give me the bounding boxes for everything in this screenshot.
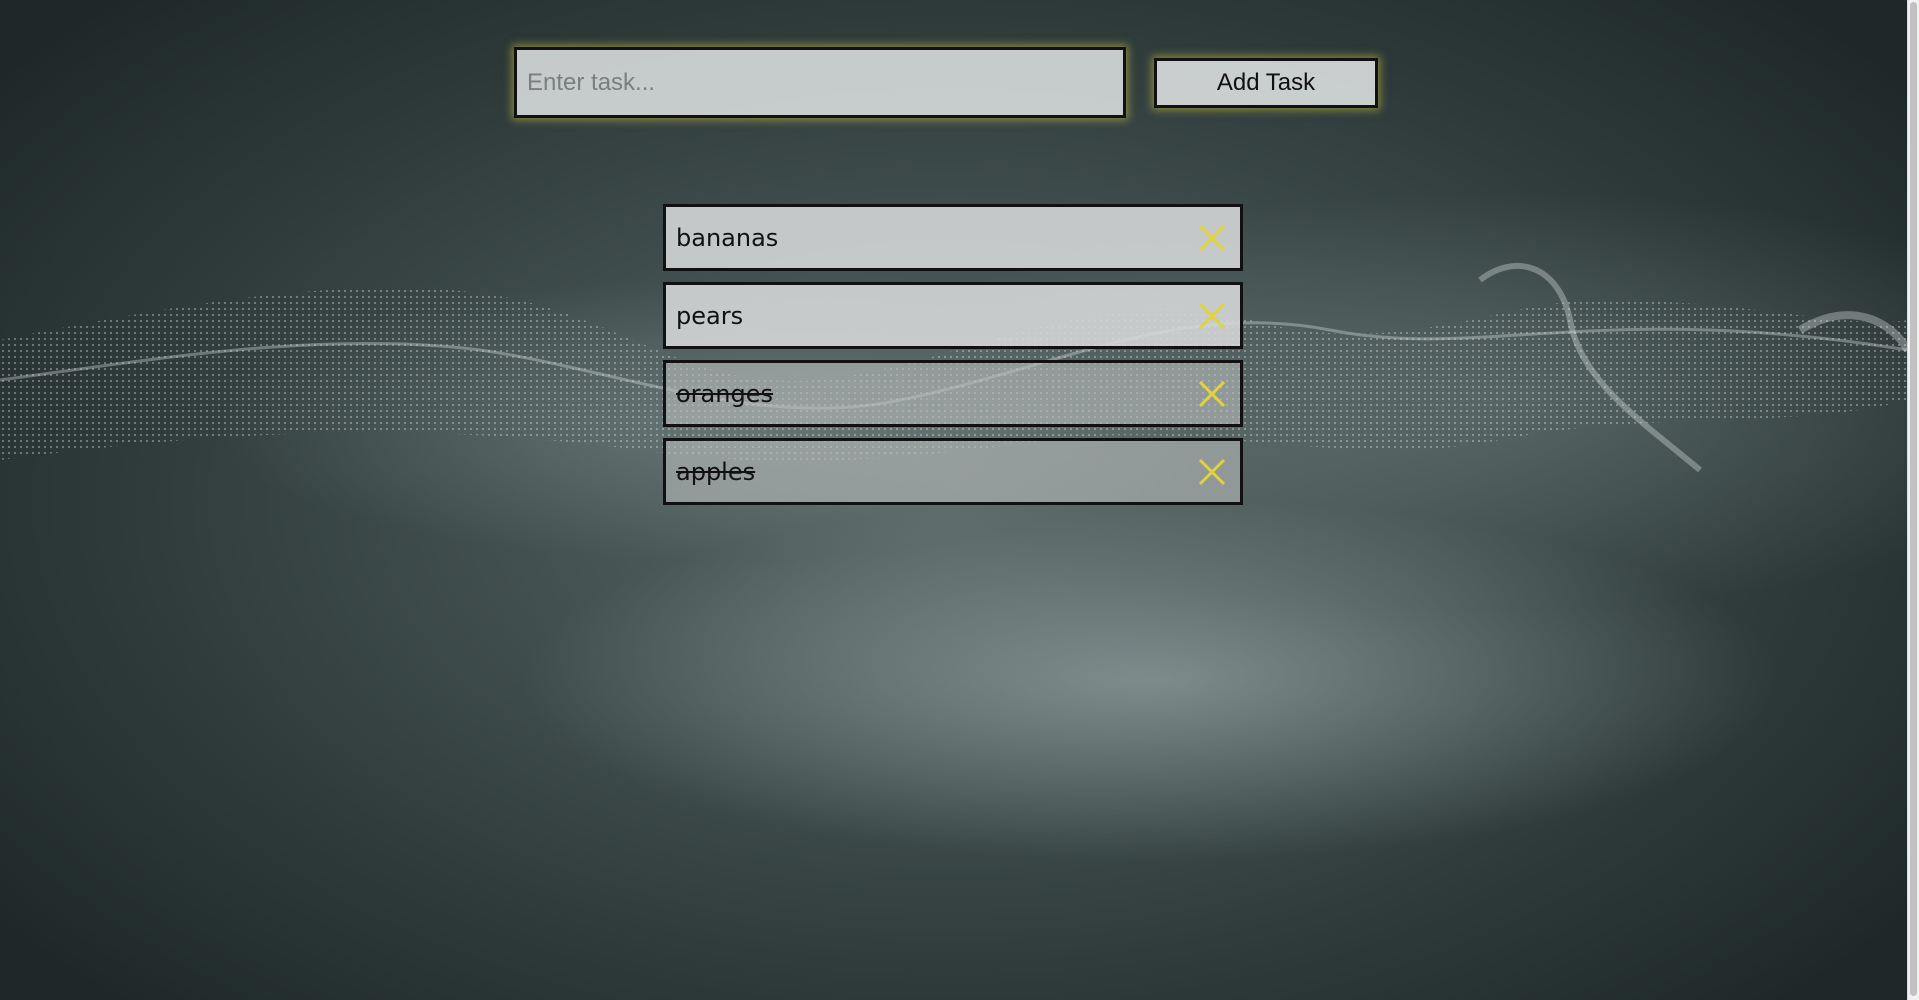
task-input[interactable] xyxy=(514,47,1126,118)
task-item[interactable]: pears xyxy=(663,282,1243,349)
task-item[interactable]: bananas xyxy=(663,204,1243,271)
delete-task-button[interactable] xyxy=(1194,376,1230,412)
todo-page: Add Task bananas pears oranges xyxy=(0,0,1919,1000)
task-text: pears xyxy=(676,301,744,330)
close-icon xyxy=(1198,302,1226,329)
delete-task-button[interactable] xyxy=(1194,454,1230,490)
delete-task-button[interactable] xyxy=(1194,298,1230,334)
close-icon xyxy=(1198,380,1226,407)
add-task-button[interactable]: Add Task xyxy=(1154,57,1378,108)
task-item[interactable]: apples xyxy=(663,438,1243,505)
task-form: Add Task xyxy=(514,47,1378,118)
task-item[interactable]: oranges xyxy=(663,360,1243,427)
scrollbar-thumb[interactable] xyxy=(1910,2,1917,996)
task-text: oranges xyxy=(676,379,773,408)
vertical-scrollbar[interactable] xyxy=(1907,0,1919,1000)
close-icon xyxy=(1198,458,1226,485)
close-icon xyxy=(1198,224,1226,251)
task-list: bananas pears oranges apples xyxy=(663,204,1243,516)
task-text: apples xyxy=(676,457,756,486)
delete-task-button[interactable] xyxy=(1194,220,1230,256)
task-text: bananas xyxy=(676,223,779,252)
